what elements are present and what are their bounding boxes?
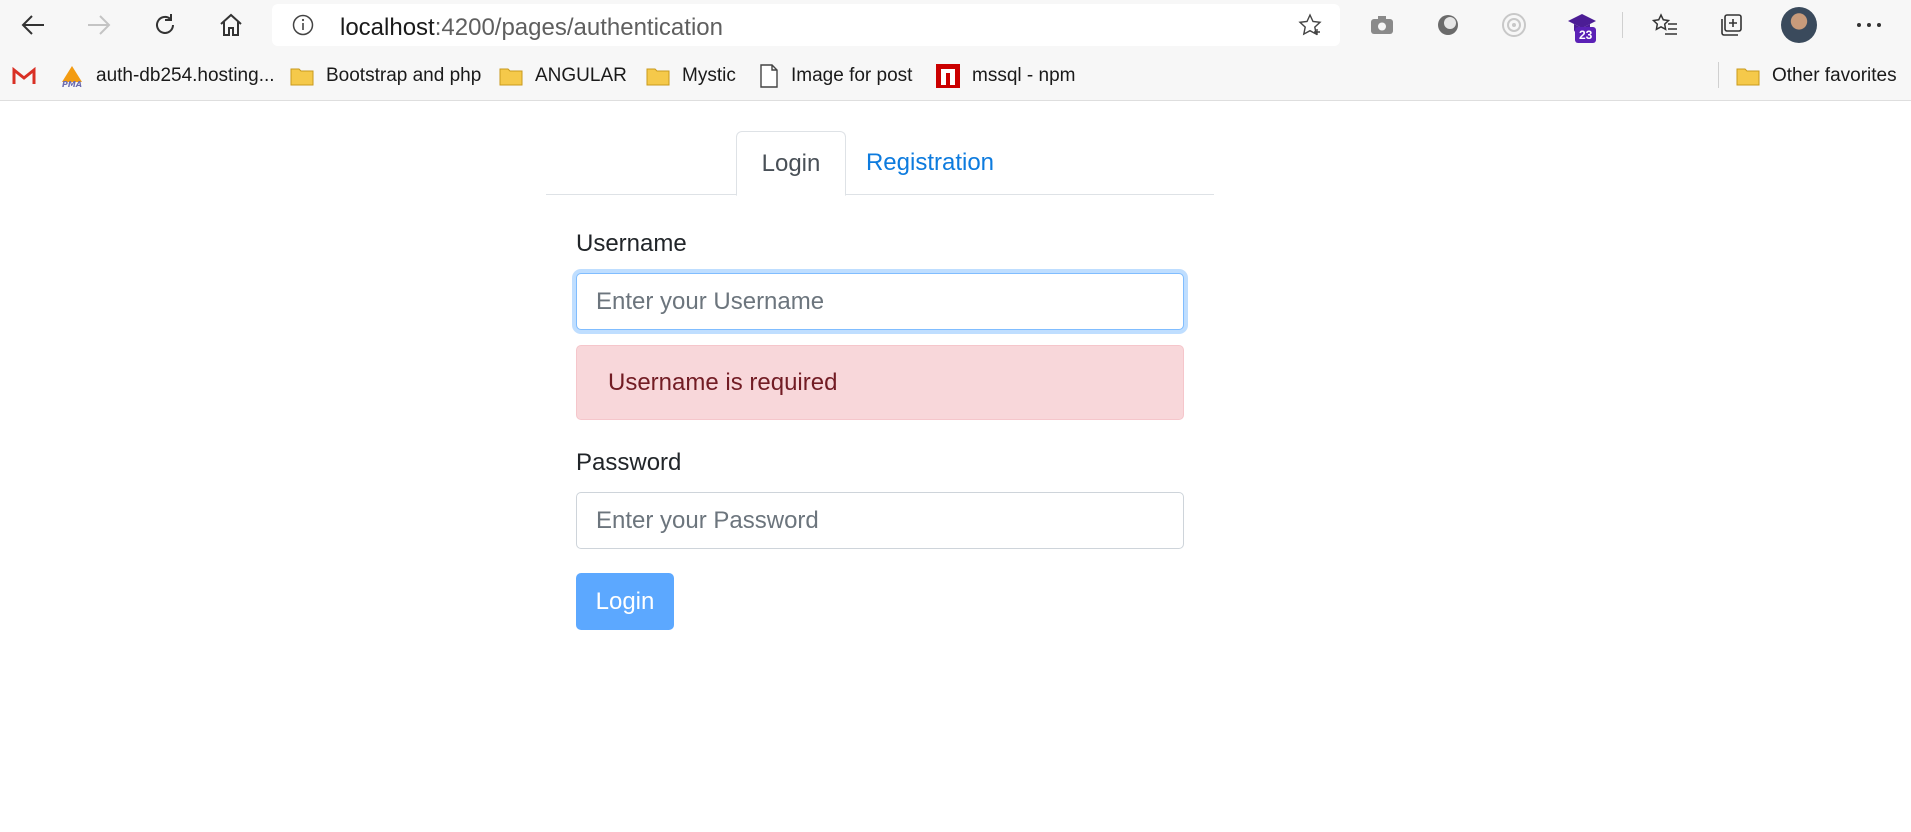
bookmark-item[interactable]: PMA auth-db254.hosting...: [60, 62, 275, 90]
collections-icon[interactable]: [1711, 5, 1751, 45]
bookmark-label: Other favorites: [1772, 65, 1897, 86]
back-icon[interactable]: [13, 5, 53, 45]
avatar[interactable]: [1781, 7, 1817, 43]
username-input[interactable]: [576, 273, 1184, 330]
password-label: Password: [576, 449, 682, 476]
folder-icon: [646, 66, 670, 86]
folder-icon: [290, 66, 314, 86]
browser-toolbar: localhost:4200/pages/authentication 23: [0, 0, 1911, 50]
bookmark-other-favorites[interactable]: Other favorites: [1736, 62, 1897, 90]
bookmarks-bar: PMA auth-db254.hosting... Bootstrap and …: [0, 50, 1911, 101]
bookmarks-divider: [1718, 62, 1719, 88]
folder-icon: [1736, 66, 1760, 86]
password-input[interactable]: [576, 492, 1184, 549]
pma-icon: PMA: [60, 64, 84, 88]
bookmark-label: ANGULAR: [535, 65, 627, 86]
bookmark-label: Mystic: [682, 65, 736, 86]
favorite-star-icon[interactable]: [1298, 13, 1322, 42]
bookmark-label: mssql - npm: [972, 65, 1076, 86]
camera-icon[interactable]: [1362, 5, 1402, 45]
refresh-icon[interactable]: [145, 5, 185, 45]
more-icon[interactable]: [1849, 5, 1889, 45]
target-extension-icon[interactable]: [1494, 5, 1534, 45]
tab-registration[interactable]: Registration: [860, 131, 1000, 195]
npm-icon: [936, 64, 960, 88]
bookmark-item[interactable]: mssql - npm: [936, 62, 1075, 90]
extension-badge: 23: [1575, 27, 1597, 43]
bookmark-label: Bootstrap and php: [326, 65, 482, 86]
login-button[interactable]: Login: [576, 573, 674, 630]
gmail-icon: [12, 67, 36, 85]
svg-text:PMA: PMA: [62, 80, 82, 88]
home-icon[interactable]: [211, 5, 251, 45]
username-label: Username: [576, 230, 687, 257]
auth-tabs: Login Registration: [546, 131, 1214, 196]
username-error-alert: Username is required: [576, 345, 1184, 420]
bookmark-gmail[interactable]: [12, 62, 48, 90]
address-url[interactable]: localhost:4200/pages/authentication: [340, 14, 723, 42]
tab-login[interactable]: Login: [736, 131, 846, 196]
bookmark-folder[interactable]: Mystic: [646, 62, 736, 90]
info-icon[interactable]: [292, 14, 314, 41]
circle-extension-icon[interactable]: [1428, 5, 1468, 45]
address-bar[interactable]: localhost:4200/pages/authentication: [272, 4, 1340, 46]
bookmark-label: auth-db254.hosting...: [96, 65, 275, 86]
toolbar-divider: [1622, 12, 1623, 38]
folder-icon: [499, 66, 523, 86]
page-icon: [759, 64, 779, 88]
bookmark-label: Image for post: [791, 65, 913, 86]
bookmark-folder[interactable]: ANGULAR: [499, 62, 627, 90]
bookmark-folder[interactable]: Bootstrap and php: [290, 62, 481, 90]
forward-icon[interactable]: [79, 5, 119, 45]
favorites-list-icon[interactable]: [1645, 5, 1685, 45]
bookmark-item[interactable]: Image for post: [759, 62, 912, 90]
